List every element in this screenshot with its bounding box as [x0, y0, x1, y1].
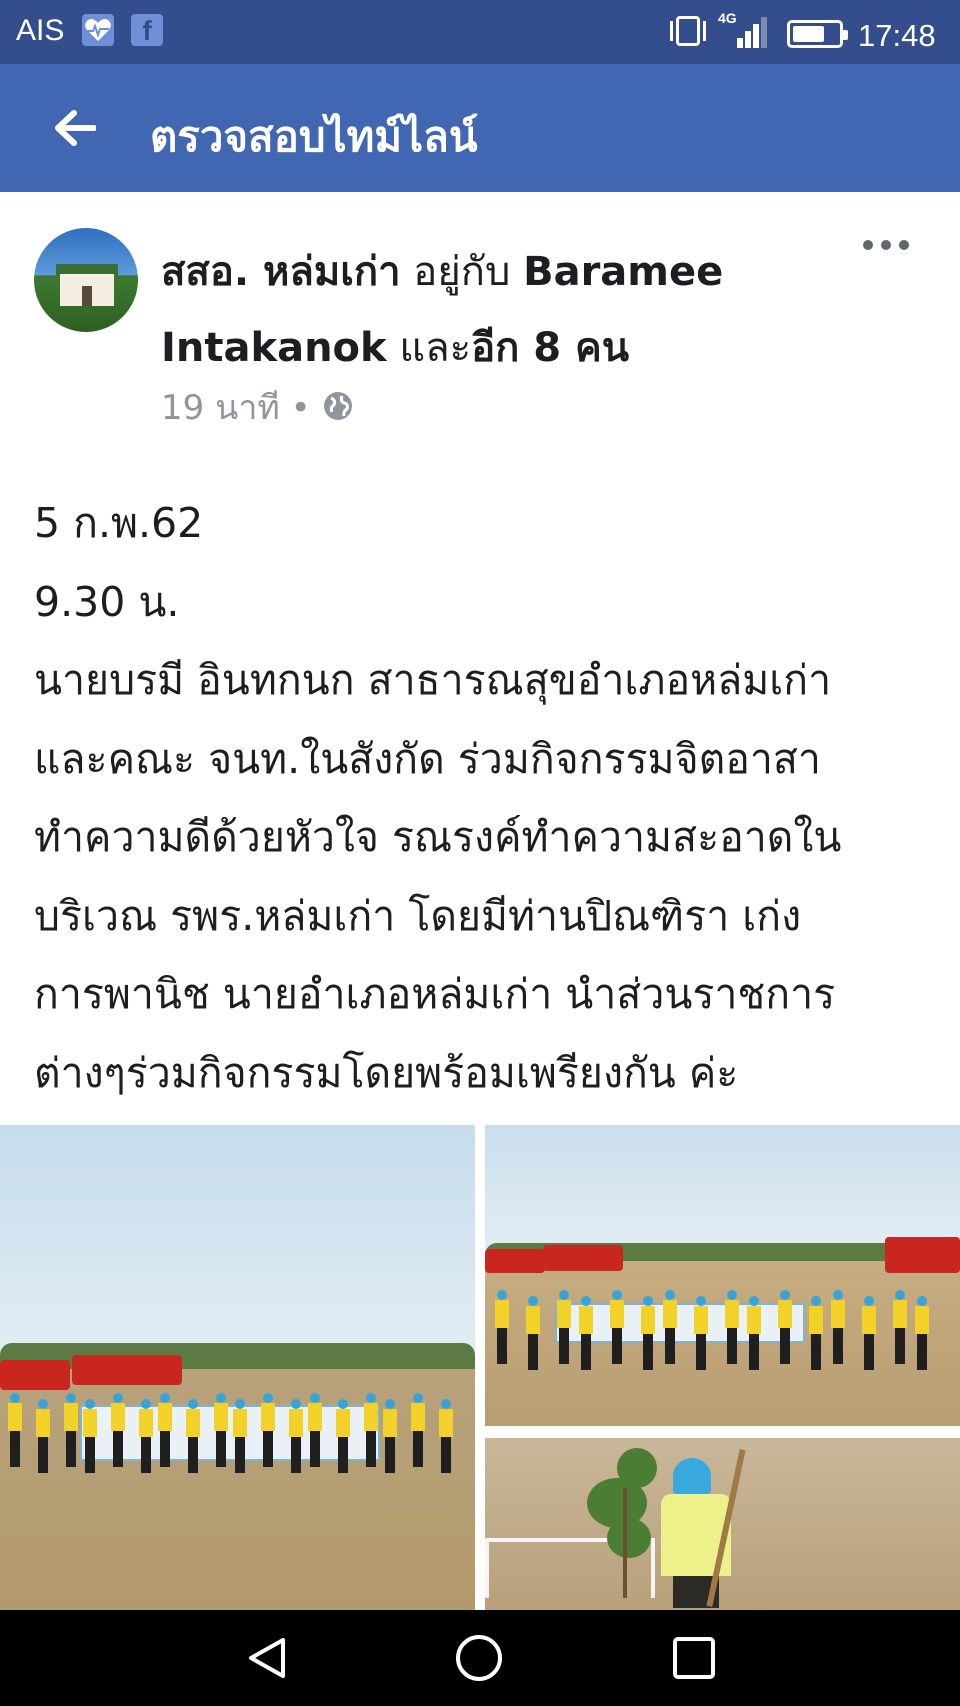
photo-person: [809, 1296, 823, 1370]
post-text-line: และคณะ จนท.ในสังกัด ร่วมกิจกรรมจิตอาสา: [34, 734, 821, 783]
post-meta: 19 นาที •: [161, 380, 354, 434]
photo-person: [893, 1290, 907, 1364]
photo-person: [36, 1399, 50, 1473]
page-title: ตรวจสอบไทม์ไลน์: [150, 112, 478, 161]
photo-person: [233, 1399, 247, 1473]
battery-level-fill: [793, 26, 824, 42]
photo-person: [663, 1290, 677, 1364]
photo-person: [83, 1399, 97, 1473]
with-text: อยู่กับ: [413, 249, 511, 295]
photo-person: [831, 1290, 845, 1364]
photo-person: [579, 1296, 593, 1370]
back-triangle-icon[interactable]: [243, 1634, 291, 1682]
app-bar: ตรวจสอบไทม์ไลน์: [0, 64, 960, 192]
back-arrow-icon[interactable]: [52, 108, 97, 148]
photo-person: [694, 1296, 708, 1370]
signal-icon: [735, 14, 771, 48]
photo-person: [364, 1393, 378, 1467]
photo-person: [862, 1296, 876, 1370]
post-text-line: ทำความดีด้วยหัวใจ รณรงค์ทำความสะอาดใน: [34, 813, 842, 861]
and-text: และ: [399, 325, 472, 371]
home-circle-icon[interactable]: [455, 1634, 503, 1682]
tree-planting-photo[interactable]: [485, 1438, 960, 1611]
photo-person: [747, 1296, 761, 1370]
photo-person: [139, 1399, 153, 1473]
timeline-post: สสอ. หล่มเก่า อยู่กับ Baramee Intakanok …: [0, 192, 960, 1611]
others-link[interactable]: อีก 8 คน: [471, 325, 629, 371]
vibrate-icon: [670, 16, 706, 46]
photo-person: [261, 1393, 275, 1467]
photo-person: [186, 1399, 200, 1473]
post-text-line: นายบรมี อินทกนก สาธารณสุขอำเภอหล่มเก่า: [34, 656, 832, 704]
post-author-line: สสอ. หล่มเก่า อยู่กับ Baramee Intakanok …: [161, 234, 841, 386]
carrier-label: AIS: [16, 14, 65, 47]
photo-person: [915, 1296, 929, 1370]
more-options-icon[interactable]: [863, 240, 911, 252]
photo-person: [439, 1399, 453, 1473]
photo-person: [383, 1399, 397, 1473]
photo-person: [495, 1290, 509, 1364]
photo-person: [64, 1393, 78, 1467]
meta-separator: •: [290, 388, 311, 428]
post-body: 5 ก.พ.62 9.30 น. นายบรมี อินทกนก สาธารณส…: [34, 484, 934, 1112]
page-name-link[interactable]: สสอ. หล่มเก่า: [161, 249, 401, 295]
photo-person: [308, 1393, 322, 1467]
status-bar: AIS f 4G 17:48: [0, 0, 960, 64]
post-text-line: 9.30 น.: [34, 577, 180, 626]
post-time[interactable]: 19 นาที: [161, 388, 280, 428]
photo-person: [557, 1290, 571, 1364]
group-photo-field[interactable]: [0, 1125, 475, 1611]
photo-person: [111, 1393, 125, 1467]
photo-person: [641, 1296, 655, 1370]
post-text-line: ต่างๆร่วมกิจกรรมโดยพร้อมเพรียงกัน ค่ะ: [34, 1048, 739, 1097]
photo-person: [336, 1399, 350, 1473]
photo-person: [289, 1399, 303, 1473]
photo-person: [725, 1290, 739, 1364]
facebook-icon: f: [131, 14, 163, 46]
photo-person: [411, 1393, 425, 1467]
battery-icon: [787, 20, 848, 48]
photo-person: [778, 1290, 792, 1364]
photo-person: [610, 1290, 624, 1364]
clock: 17:48: [858, 18, 936, 53]
network-type-label: 4G: [718, 10, 737, 26]
health-icon: [82, 14, 114, 46]
photo-person: [526, 1296, 540, 1370]
photo-person: [214, 1393, 228, 1467]
recents-square-icon[interactable]: [670, 1634, 718, 1682]
post-text-line: บริเวณ รพร.หล่มเก่า โดยมีท่านปิณฑิรา เก่…: [34, 891, 802, 940]
photo-person: [8, 1393, 22, 1467]
page-avatar[interactable]: [34, 228, 138, 332]
system-nav-bar: [0, 1610, 960, 1706]
globe-icon: [322, 390, 354, 422]
group-photo-trucks[interactable]: [485, 1125, 960, 1426]
post-text-line: การพานิช นายอำเภอหล่มเก่า นำส่วนราชการ: [34, 970, 836, 1018]
post-text-line: 5 ก.พ.62: [34, 499, 204, 547]
photo-person: [158, 1393, 172, 1467]
